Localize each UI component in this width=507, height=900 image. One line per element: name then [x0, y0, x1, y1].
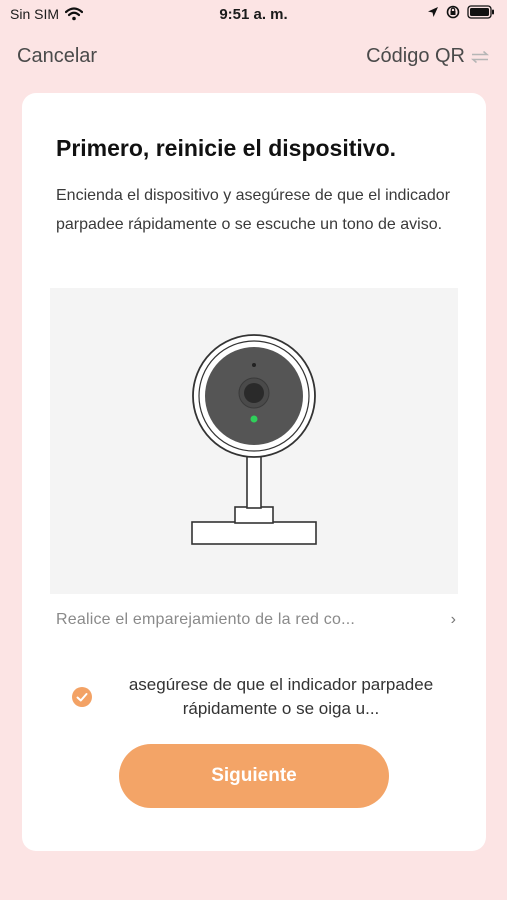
confirm-indicator-checkbox[interactable]: asegúrese de que el indicador parpadee r…	[72, 673, 462, 733]
page-title: Primero, reinicie el dispositivo.	[56, 135, 397, 161]
location-icon	[428, 7, 438, 17]
camera-illustration	[50, 288, 458, 594]
next-button[interactable]: Siguiente	[119, 744, 389, 808]
confirm-indicator-label: asegúrese de que el indicador parpadee r…	[128, 675, 434, 718]
camera-drawing	[191, 334, 317, 545]
status-right	[427, 5, 495, 19]
network-pairing-label: Realice el emparejamiento de la red co..…	[56, 611, 356, 628]
qr-code-label: Código QR	[366, 45, 465, 67]
top-nav: Cancelar Código QR	[0, 42, 507, 74]
checkmark-icon[interactable]	[72, 687, 92, 707]
switch-arrows-icon	[471, 50, 489, 63]
network-pairing-link[interactable]: Realice el emparejamiento de la red co..…	[56, 605, 456, 635]
orientation-lock-icon	[446, 5, 460, 19]
chevron-right-icon: ›	[450, 611, 456, 628]
battery-icon	[467, 5, 494, 19]
instruction-text: Encienda el dispositivo y asegúrese de q…	[56, 187, 451, 233]
qr-code-button[interactable]: Código QR	[366, 45, 489, 68]
instruction-card: Primero, reinicie el dispositivo. Encien…	[22, 93, 486, 851]
cancel-button[interactable]: Cancelar	[17, 45, 97, 68]
status-bar: Sin SIM 9:51 a. m.	[0, 0, 507, 30]
